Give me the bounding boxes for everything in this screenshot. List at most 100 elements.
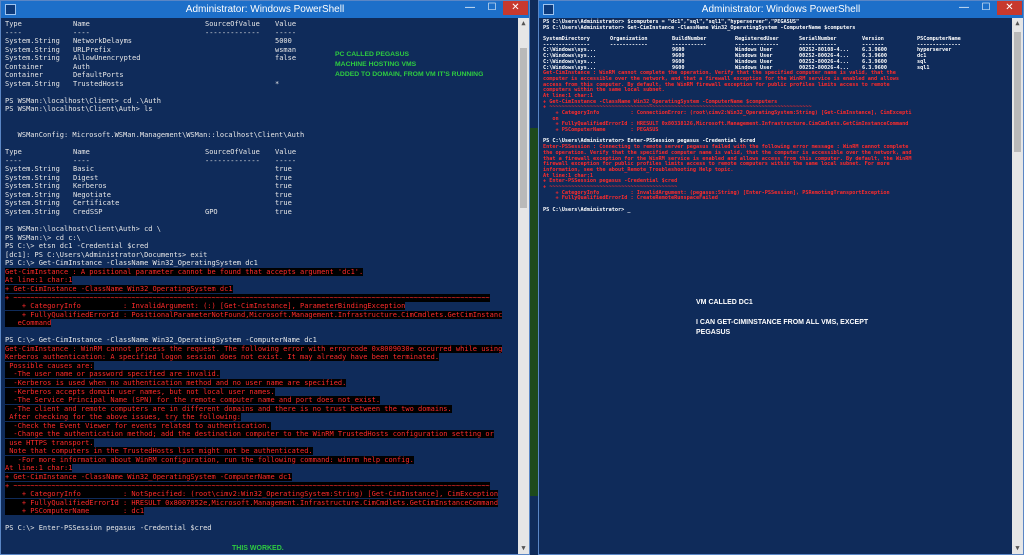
annotation-line: PC CALLED PEGASUS — [335, 51, 410, 58]
console-line: WSManConfig: Microsoft.WSMan.Management\… — [5, 131, 305, 140]
error-line: + CategoryInfo : NotSpecified: (root\cim… — [5, 490, 514, 499]
table-cell: ---- — [73, 28, 90, 37]
error-line: + CategoryInfo : InvalidArgument: (:) [G… — [5, 302, 514, 311]
error-text: -The user name or password specified are… — [5, 370, 220, 379]
error-line: -Check the Event Viewer for events relat… — [5, 421, 514, 431]
title-bar[interactable]: Administrator: Windows PowerShell — ☐ ✕ — [1, 1, 529, 18]
table-row: System.String NetworkDelayms 5000 — [5, 37, 514, 46]
table-cell: true — [275, 190, 292, 199]
scroll-up-arrow-icon[interactable]: ▲ — [1012, 18, 1023, 29]
table-cell — [205, 182, 275, 191]
error-line: Get-CimInstance : WinRM cannot process t… — [5, 344, 514, 354]
error-text: + PSComputerName : PEGASUS — [543, 127, 659, 134]
minimize-button[interactable]: — — [953, 1, 975, 15]
error-line: use HTTPS transport. — [5, 438, 514, 448]
table-cell: Negotiate — [73, 190, 111, 199]
table-cell: true — [275, 208, 292, 217]
error-text: + Get-CimInstance -ClassName Win32_Opera… — [5, 472, 292, 481]
annotation-line: I CAN GET-CIMINSTANCE FROM ALL VMS, EXCE… — [696, 319, 869, 326]
scroll-thumb[interactable] — [1014, 32, 1021, 152]
table-row: ---- ---- ------------- ----- — [5, 157, 514, 166]
error-text: -Check the Event Viewer for events relat… — [5, 421, 271, 430]
minimize-button[interactable]: — — [459, 1, 481, 15]
error-line: After checking for the above issues, try… — [5, 413, 514, 422]
console-output[interactable]: Type Name SourceOfValue Value ---- ---- ------… — [1, 18, 518, 554]
table-row: Type Name SourceOfValue Value — [5, 148, 514, 157]
error-line: eCommand — [5, 319, 514, 328]
table-cell: wsman — [275, 45, 297, 54]
table-row: System.String TrustedHosts * — [5, 80, 514, 89]
powershell-window-dc1[interactable]: Administrator: Windows PowerShell — ☐ ✕ … — [538, 0, 1024, 555]
error-text: At line:1 char:1 — [5, 276, 73, 285]
error-text: Note that computers in the TrustedHosts … — [5, 447, 313, 456]
annotation-vm-dc1: VM CALLED DC1 I CAN GET-CIMINSTANCE FROM … — [696, 298, 868, 338]
error-line: -The client and remote computers are in … — [5, 404, 514, 414]
error-line: + FullyQualifiedErrorId : HRESULT 0x8007… — [5, 498, 514, 508]
console-line: PS WSMan:\localhost\Client\Auth> ls — [5, 105, 153, 114]
table-cell: Type — [5, 148, 22, 157]
table-cell: ---- — [5, 156, 22, 165]
table-cell: URLPrefix — [73, 45, 111, 54]
error-text: Get-CimInstance : A positional parameter… — [5, 267, 364, 276]
table-cell — [205, 71, 275, 80]
error-line: Possible causes are: — [5, 361, 514, 371]
table-cell — [205, 174, 275, 183]
annotation-line: MACHINE HOSTING VMS — [335, 61, 417, 68]
error-line: At line:1 char:1 — [5, 464, 514, 473]
table-cell: ----- — [275, 156, 297, 165]
powershell-window-pegasus[interactable]: Administrator: Windows PowerShell — ☐ ✕ … — [0, 0, 530, 555]
table-cell — [205, 165, 275, 174]
scroll-down-arrow-icon[interactable]: ▼ — [1012, 543, 1023, 554]
table-cell: SourceOfValue — [205, 148, 260, 157]
vertical-scrollbar[interactable]: ▲ ▼ — [1012, 18, 1023, 554]
error-line: + ~~~~~~~~~~~~~~~~~~~~~~~~~~~~~~~~~~~~~~… — [5, 293, 514, 303]
table-row: System.String CredSSP GPO true — [5, 208, 514, 217]
table-cell: Container — [5, 71, 43, 80]
error-text: -Change the authentication method; add t… — [5, 430, 494, 439]
error-text: -The client and remote computers are in … — [5, 404, 452, 413]
scroll-up-arrow-icon[interactable]: ▲ — [518, 18, 529, 29]
error-text: + CategoryInfo : ConnectionError: (root\… — [543, 110, 912, 116]
background-console-strip-top — [530, 0, 538, 128]
console-line: PS C:\Users\Administrator> _ — [543, 206, 631, 213]
annotation-line — [696, 308, 868, 318]
maximize-button[interactable]: ☐ — [975, 1, 997, 15]
maximize-button[interactable]: ☐ — [481, 1, 503, 15]
console-line: [dc1]: PS C:\Users\Administrator\Documen… — [5, 250, 208, 259]
table-cell: System.String — [5, 54, 60, 63]
table-cell: CredSSP — [73, 208, 103, 217]
annotation-pegasus: PC CALLED PEGASUS MACHINE HOSTING VMS ADDE… — [335, 50, 483, 80]
error-text: + FullyQualifiedErrorId : HRESULT 0x8007… — [5, 498, 499, 507]
close-button[interactable]: ✕ — [503, 1, 528, 15]
table-cell: SourceOfValue — [205, 20, 260, 28]
error-line: Note that computers in the TrustedHosts … — [5, 447, 514, 456]
title-bar[interactable]: Administrator: Windows PowerShell — ☐ ✕ — [539, 1, 1023, 18]
error-line: -The Service Principal Name (SPN) for th… — [5, 396, 514, 405]
table-cell: AllowUnencrypted — [73, 54, 141, 63]
table-row: System.String Certificate true — [5, 199, 514, 208]
scroll-down-arrow-icon[interactable]: ▼ — [518, 543, 529, 554]
error-line: + Get-CimInstance -ClassName Win32_Opera… — [5, 284, 514, 294]
table-cell: Container — [5, 62, 43, 71]
vertical-scrollbar[interactable]: ▲ ▼ — [518, 18, 529, 554]
console-output[interactable]: PS C:\Users\Administrator> $computers = … — [539, 18, 1012, 554]
scroll-thumb[interactable] — [520, 48, 527, 208]
table-cell: true — [275, 199, 292, 208]
annotation-this-worked: THIS WORKED. — [232, 545, 284, 552]
background-console-strip-bottom — [530, 496, 538, 555]
console-line: PS WSMan:\localhost\Client> cd .\Auth — [5, 96, 161, 105]
error-line: + FullyQualifiedErrorId : PositionalPara… — [5, 310, 514, 320]
table-cell: TrustedHosts — [73, 79, 124, 88]
error-text: + Get-CimInstance -ClassName Win32_Opera… — [5, 284, 233, 293]
annotation-line: PEGASUS — [696, 329, 731, 336]
error-text: + FullyQualifiedErrorId : PositionalPara… — [5, 310, 503, 319]
close-button[interactable]: ✕ — [997, 1, 1022, 15]
table-cell: GPO — [205, 208, 218, 217]
window-title: Administrator: Windows PowerShell — [701, 4, 861, 15]
error-line: + ~~~~~~~~~~~~~~~~~~~~~~~~~~~~~~~~~~~~~~… — [5, 481, 514, 491]
table-cell: Digest — [73, 173, 99, 182]
error-text: After checking for the above issues, try… — [5, 413, 242, 422]
